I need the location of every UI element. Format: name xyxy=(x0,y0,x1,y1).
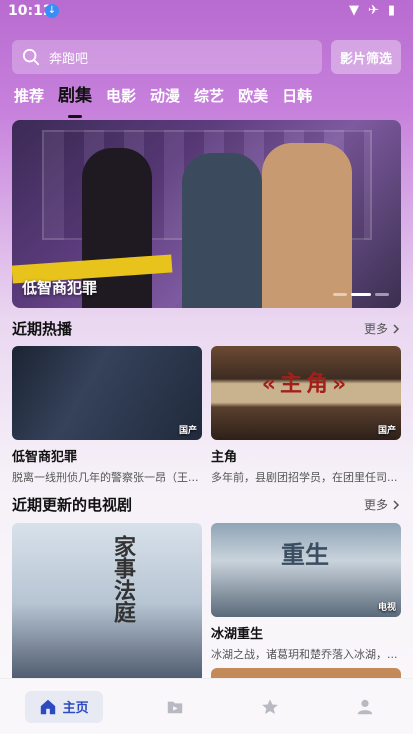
indicator-dot-active xyxy=(351,293,371,296)
poster: 重生 电视 xyxy=(211,523,401,617)
search-input[interactable]: 奔跑吧 xyxy=(12,40,322,74)
section-recent-header: 近期更新的电视剧 更多 xyxy=(12,494,401,515)
nav-home-label: 主页 xyxy=(62,701,89,716)
download-icon: ↓ xyxy=(45,4,59,18)
card-desc: 脱离一线刑侦几年的警察张一昂（王... xyxy=(12,471,199,484)
user-icon xyxy=(358,699,373,714)
tab-movies[interactable]: 电影 xyxy=(106,84,136,114)
bottom-nav: 主页 xyxy=(0,678,413,734)
poster-title: «主角» xyxy=(261,371,351,397)
card-desc: 多年前，县剧团招学员，在团里任司... xyxy=(211,471,398,484)
poster: 家事法庭 xyxy=(12,523,202,683)
home-icon xyxy=(40,699,55,714)
search-placeholder: 奔跑吧 xyxy=(49,51,89,67)
tab-western[interactable]: 欧美 xyxy=(238,84,268,114)
indicator-dot xyxy=(375,293,389,296)
section-title: 近期更新的电视剧 xyxy=(12,496,133,514)
nav-folder[interactable] xyxy=(152,691,198,723)
more-label: 更多 xyxy=(363,322,388,336)
more-link[interactable]: 更多 xyxy=(364,320,401,337)
video-card[interactable]: 重生 电视 冰湖重生 冰湖之战，诸葛玥和楚乔落入冰湖，... xyxy=(211,523,401,662)
search-row: 奔跑吧 影片筛选 xyxy=(12,40,401,74)
indicator-dot xyxy=(333,293,347,296)
more-link[interactable]: 更多 xyxy=(364,496,401,513)
folder-icon xyxy=(167,701,183,713)
star-icon xyxy=(262,698,279,714)
region-badge: 国产 xyxy=(178,426,197,436)
banner-indicator xyxy=(333,293,389,296)
banner-figure xyxy=(262,143,352,308)
video-card[interactable]: 家事法庭 xyxy=(12,523,202,683)
tab-variety[interactable]: 综艺 xyxy=(194,84,224,114)
banner-title: 低智商犯罪 xyxy=(22,279,98,297)
battery-icon: ▮ xyxy=(387,3,395,18)
more-label: 更多 xyxy=(363,498,388,512)
video-card[interactable]: «主角» 国产 主角 多年前，县剧团招学员，在团里任司... xyxy=(211,346,401,485)
card-title: 冰湖重生 xyxy=(211,627,264,642)
nav-home[interactable]: 主页 xyxy=(24,690,103,723)
nav-favorites[interactable] xyxy=(247,691,293,723)
search-icon xyxy=(22,48,40,66)
category-tabs: 推荐 剧集 电影 动漫 综艺 欧美 日韩 xyxy=(14,84,326,114)
nav-profile[interactable] xyxy=(342,691,388,723)
filter-button[interactable]: 影片筛选 xyxy=(331,40,401,74)
tab-jpkr[interactable]: 日韩 xyxy=(282,84,312,114)
tab-anime[interactable]: 动漫 xyxy=(150,84,180,114)
region-badge: 电视 xyxy=(377,603,396,613)
chevron-right-icon xyxy=(393,499,400,510)
card-desc: 冰湖之战，诸葛玥和楚乔落入冰湖，... xyxy=(211,648,398,661)
banner-carousel[interactable]: 低智商犯罪 xyxy=(12,120,401,308)
region-badge: 国产 xyxy=(377,426,396,436)
section-title: 近期热播 xyxy=(12,320,73,338)
poster-title: 重生 xyxy=(281,540,329,569)
section-hot-header: 近期热播 更多 xyxy=(12,318,401,339)
poster-title: 家事法庭 xyxy=(110,535,136,623)
tab-recommend[interactable]: 推荐 xyxy=(14,84,44,114)
poster: «主角» 国产 xyxy=(211,346,401,440)
status-bar: 10:12 ↓ ▼ ✈ ▮ xyxy=(0,0,413,24)
card-title: 主角 xyxy=(211,450,238,465)
poster: 国产 xyxy=(12,346,202,440)
chevron-right-icon xyxy=(393,323,400,334)
status-icons: ▼ ✈ ▮ xyxy=(349,3,395,18)
banner-figure xyxy=(182,153,262,308)
airplane-icon: ✈ xyxy=(367,3,379,18)
video-card[interactable]: 国产 低智商犯罪 脱离一线刑侦几年的警察张一昂（王... xyxy=(12,346,202,485)
tab-series[interactable]: 剧集 xyxy=(58,84,92,114)
card-title: 低智商犯罪 xyxy=(12,450,78,465)
wifi-icon: ▼ xyxy=(348,3,359,18)
